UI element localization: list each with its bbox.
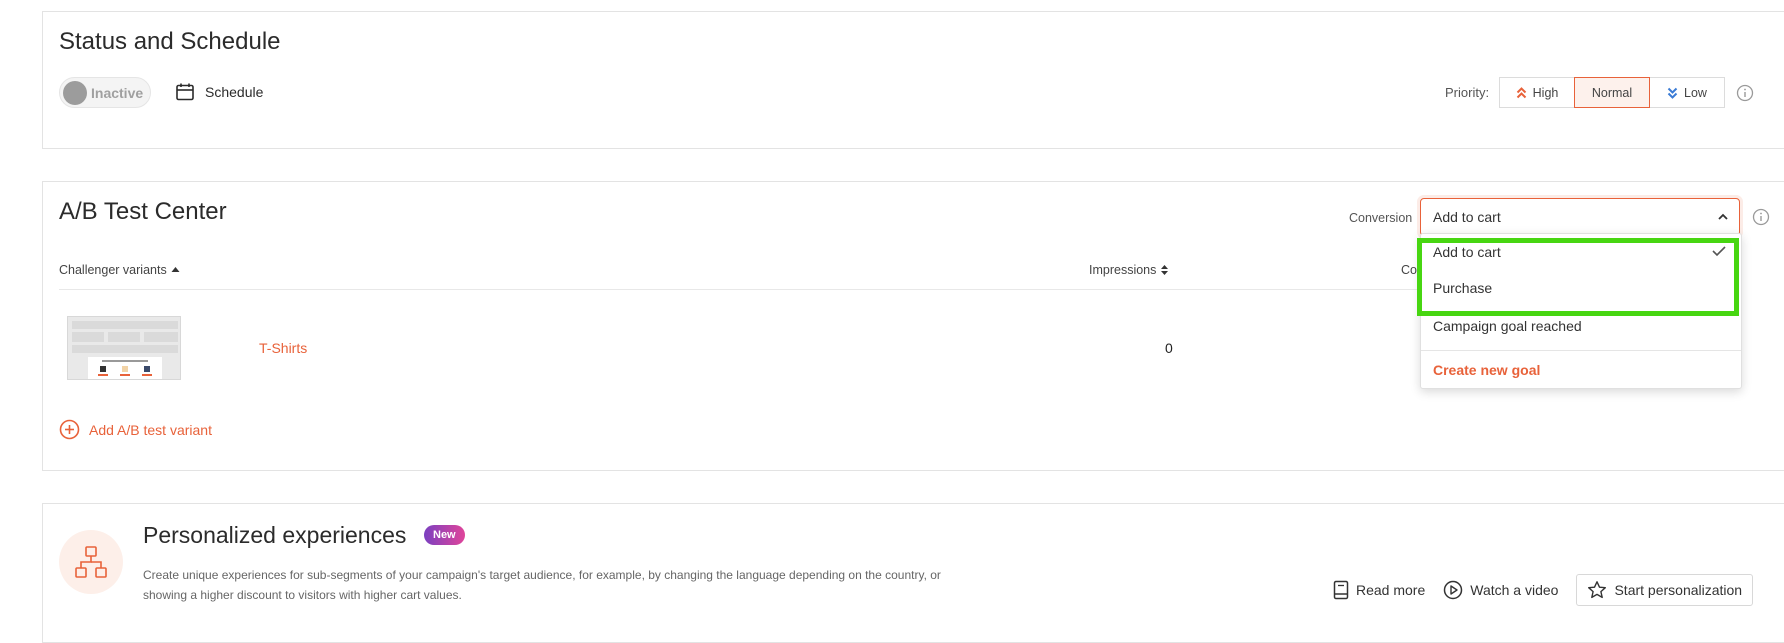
conversion-info-icon[interactable] — [1752, 208, 1770, 226]
start-personalization-button[interactable]: Start personalization — [1576, 574, 1754, 606]
conversion-select[interactable]: Add to cart — [1420, 198, 1740, 236]
add-variant-button[interactable]: Add A/B test variant — [59, 419, 212, 440]
option-purchase-label: Purchase — [1433, 280, 1493, 296]
priority-high-label: High — [1532, 85, 1559, 100]
personalization-actions: Read more Watch a video Start personaliz… — [1333, 574, 1754, 606]
conversion-selected-value: Add to cart — [1433, 209, 1501, 225]
option-campaign-goal-label: Campaign goal reached — [1433, 318, 1582, 334]
dropdown-divider — [1421, 350, 1741, 351]
star-icon — [1588, 581, 1607, 599]
variant-name-link[interactable]: T-Shirts — [259, 340, 307, 356]
priority-selector: High Normal Low — [1499, 77, 1725, 108]
variant-thumbnail[interactable] — [67, 316, 181, 380]
start-personalization-label: Start personalization — [1614, 582, 1743, 598]
column-impressions[interactable]: Impressions — [1089, 263, 1169, 277]
priority-high-button[interactable]: High — [1499, 77, 1575, 108]
read-more-link[interactable]: Read more — [1333, 580, 1425, 600]
sort-ascending-icon — [171, 267, 180, 272]
status-toggle[interactable]: Inactive — [59, 77, 151, 108]
checkmark-icon — [1712, 246, 1726, 257]
play-circle-icon — [1444, 580, 1463, 600]
info-icon[interactable] — [1736, 84, 1754, 102]
priority-normal-label: Normal — [1591, 85, 1633, 100]
personalization-card: Personalized experiences New Create uniq… — [42, 503, 1784, 643]
schedule-button[interactable]: Schedule — [175, 82, 263, 102]
plus-circle-icon — [59, 419, 80, 440]
personalization-icon-badge — [59, 530, 123, 594]
variant-preview-image — [68, 317, 180, 379]
dropdown-option-add-to-cart[interactable]: Add to cart — [1421, 234, 1741, 270]
dropdown-option-campaign-goal[interactable]: Campaign goal reached — [1421, 308, 1741, 344]
double-chevron-down-icon — [1667, 87, 1678, 99]
chevron-up-icon — [1718, 213, 1728, 220]
add-variant-label: Add A/B test variant — [89, 421, 212, 438]
ab-section-title: A/B Test Center — [59, 198, 227, 225]
personalization-description: Create unique experiences for sub-segmen… — [143, 568, 941, 602]
sort-icon — [1161, 265, 1169, 275]
schedule-label: Schedule — [205, 84, 264, 100]
watch-video-link[interactable]: Watch a video — [1443, 580, 1558, 600]
double-chevron-up-icon — [1516, 86, 1526, 98]
calendar-icon — [176, 83, 194, 101]
column-challenger-variants[interactable]: Challenger variants — [59, 263, 180, 277]
option-add-to-cart-label: Add to cart — [1433, 244, 1501, 260]
impressions-value: 0 — [1165, 340, 1173, 356]
status-section-title: Status and Schedule — [59, 28, 281, 55]
new-badge: New — [424, 525, 465, 545]
book-icon — [1333, 580, 1349, 600]
dropdown-option-purchase[interactable]: Purchase — [1421, 270, 1741, 306]
status-schedule-card: Status and Schedule Inactive Schedule Pr… — [42, 11, 1784, 149]
read-more-label: Read more — [1356, 582, 1426, 598]
priority-low-label: Low — [1684, 85, 1707, 100]
column-impressions-label: Impressions — [1089, 263, 1157, 277]
column-variants-label: Challenger variants — [59, 263, 167, 277]
create-new-goal-label: Create new goal — [1433, 362, 1541, 378]
conversion-dropdown-menu: Add to cart Purchase Campaign goal reach… — [1420, 233, 1742, 389]
watch-video-label: Watch a video — [1470, 582, 1559, 598]
priority-normal-button[interactable]: Normal — [1574, 77, 1650, 108]
hierarchy-icon — [75, 546, 107, 578]
personalization-title: Personalized experiences — [143, 522, 407, 548]
create-new-goal-button[interactable]: Create new goal — [1421, 352, 1741, 388]
priority-label: Priority: — [1445, 85, 1490, 100]
priority-low-button[interactable]: Low — [1649, 77, 1725, 108]
toggle-label: Inactive — [91, 85, 144, 101]
toggle-knob — [63, 81, 87, 105]
conversion-label: Conversion — [1349, 211, 1413, 225]
